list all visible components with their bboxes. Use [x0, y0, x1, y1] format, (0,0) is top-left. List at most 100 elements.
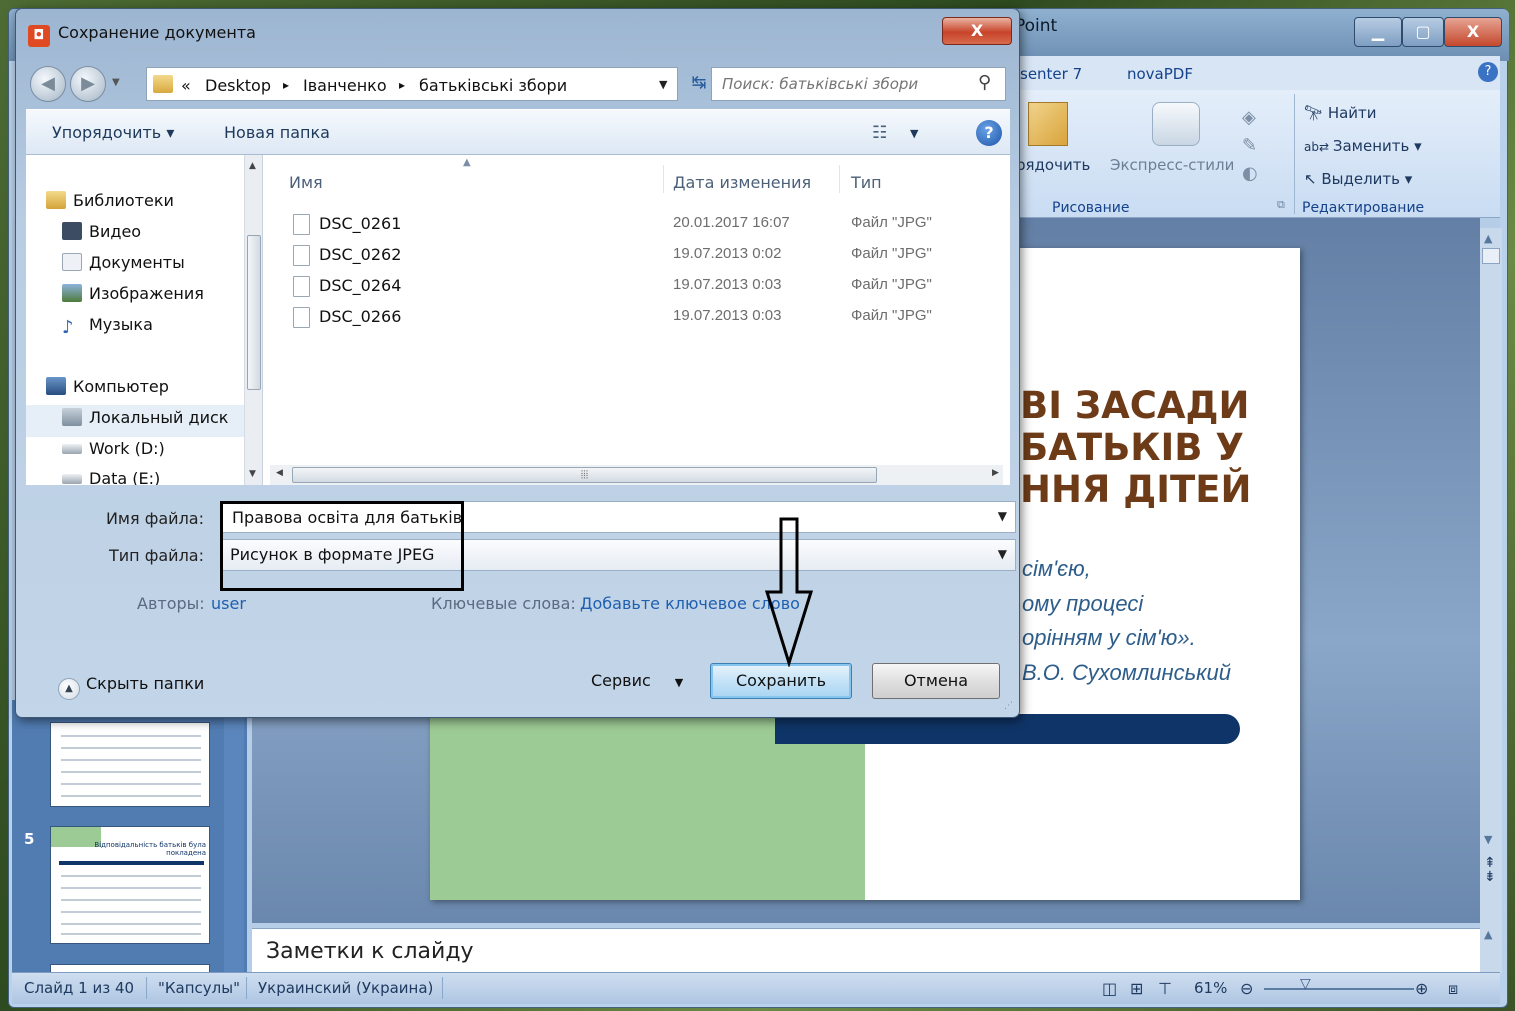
zoom-slider[interactable] [1264, 988, 1414, 990]
view-options-icon[interactable]: ☷ [872, 123, 887, 143]
column-date[interactable]: Дата изменения [673, 173, 811, 192]
resize-grip-icon[interactable]: ⋰ [1004, 701, 1013, 711]
shape-format-icons[interactable]: ◈ ✎ ◐ [1242, 104, 1272, 184]
nav-item-images[interactable]: Изображения [62, 284, 204, 303]
file-row[interactable]: DSC_0266 19.07.2013 0:03 Файл "JPG" [291, 304, 991, 332]
recent-locations-chevron-icon[interactable]: ▼ [112, 77, 120, 88]
navigation-pane[interactable]: Библиотеки Видео Документы Изображения ♪… [26, 155, 244, 485]
maximize-button[interactable]: ▢ [1402, 17, 1444, 47]
minimize-button[interactable]: ▁ [1354, 17, 1402, 47]
hide-folders-button[interactable]: ▲ Скрыть папки [58, 674, 204, 700]
column-name[interactable]: Имя [289, 173, 323, 192]
forward-button[interactable]: ▶ [70, 66, 106, 102]
address-bar[interactable]: « Desktop ▸ Іванченко ▸ батьківські збор… [146, 67, 678, 101]
thumbs-scrollbar[interactable] [224, 700, 244, 975]
nav-scroll-down-icon[interactable]: ▼ [249, 469, 256, 479]
normal-view-icon[interactable]: ◫ [1102, 979, 1117, 998]
breadcrumb-desktop[interactable]: Desktop [205, 76, 271, 95]
nav-item-data-drive[interactable]: Data (E:) [62, 469, 160, 485]
thumb-caption: Відповідальність батьків була покладена [94, 841, 206, 857]
replace-button[interactable]: ab⇄ Заменить ▾ [1304, 137, 1422, 155]
fit-to-window-icon[interactable]: ⧈ [1448, 979, 1458, 999]
ribbon-help-icon[interactable]: ? [1478, 62, 1498, 82]
column-separator[interactable] [663, 165, 664, 193]
scroll-up-icon[interactable]: ▲ [1484, 232, 1492, 245]
nav-item-local-disk[interactable]: Локальный диск [62, 408, 228, 427]
search-icon[interactable]: ⚲ [978, 72, 991, 93]
nav-item-work-drive[interactable]: Work (D:) [62, 439, 165, 458]
prev-slide-icon[interactable]: ⇞ ⇟ [1484, 856, 1496, 884]
scroll-right-icon[interactable]: ▶ [992, 468, 999, 478]
file-row[interactable]: DSC_0261 20.01.2017 16:07 Файл "JPG" [291, 211, 991, 239]
search-box[interactable]: ⚲ [711, 67, 1006, 101]
scroll-down-icon[interactable]: ▼ [1484, 833, 1492, 846]
column-separator[interactable] [839, 165, 840, 193]
binoculars-icon: 🔭︎ [1304, 104, 1328, 122]
authors-value[interactable]: user [211, 594, 246, 613]
cancel-button[interactable]: Отмена [872, 663, 1000, 699]
zoom-out-icon[interactable]: ⊖ [1240, 979, 1253, 998]
filename-dropdown-icon[interactable]: ▼ [998, 509, 1007, 523]
slideshow-icon[interactable]: ⊤ [1158, 979, 1172, 998]
status-language[interactable]: Украинский (Украина) [258, 979, 433, 997]
select-button[interactable]: ↖ Выделить ▾ [1304, 170, 1412, 188]
slide-thumbnail-5[interactable]: Відповідальність батьків була покладена [50, 826, 210, 944]
scroll-thumb[interactable] [1482, 248, 1500, 264]
notes-pane[interactable]: Заметки к слайду [252, 928, 1480, 972]
zoom-in-icon[interactable]: ⊕ [1415, 979, 1428, 998]
quick-styles-button[interactable]: Экспресс-стили [1110, 156, 1234, 174]
tools-button[interactable]: Сервис ▼ [591, 671, 683, 690]
nav-item-libraries[interactable]: Библиотеки [46, 191, 174, 210]
tab-presenter[interactable]: senter 7 [1020, 65, 1082, 83]
breadcrumb-current-folder[interactable]: батьківські збори [419, 76, 567, 95]
dialog-launcher-icon[interactable]: ⧉ [1277, 198, 1285, 212]
search-input[interactable] [720, 72, 970, 96]
slide-thumbnails-pane[interactable]: 5 Відповідальність батьків була покладен… [12, 700, 247, 976]
save-button[interactable]: Сохранить [710, 663, 852, 699]
tab-novapdf[interactable]: novaPDF [1127, 65, 1193, 83]
status-theme[interactable]: "Капсулы" [158, 979, 240, 997]
column-type[interactable]: Тип [851, 173, 882, 192]
notes-scroll-up-icon[interactable]: ▲ [1484, 928, 1492, 941]
breadcrumb-ivanchenko[interactable]: Іванченко [303, 76, 387, 95]
breadcrumb-separator-icon[interactable]: ▸ [283, 78, 289, 92]
close-window-button[interactable]: X [1444, 17, 1502, 47]
file-row[interactable]: DSC_0264 19.07.2013 0:03 Файл "JPG" [291, 273, 991, 301]
dialog-close-button[interactable]: X [942, 17, 1012, 45]
file-name: DSC_0264 [319, 276, 402, 295]
office-app-icon: ◘ [28, 25, 50, 47]
filename-field[interactable]: ▼ [221, 501, 1016, 533]
refresh-icon: ↹ [691, 72, 707, 93]
filetype-select[interactable]: Рисунок в формате JPEG ▼ [221, 539, 1016, 571]
file-row[interactable]: DSC_0262 19.07.2013 0:02 Файл "JPG" [291, 242, 991, 270]
nav-item-video[interactable]: Видео [62, 222, 141, 241]
breadcrumb-overflow[interactable]: « [181, 76, 191, 95]
back-button[interactable]: ◀ [30, 66, 66, 102]
zoom-level[interactable]: 61% [1194, 979, 1227, 997]
organize-button[interactable]: Упорядочить ▾ [52, 123, 174, 142]
breadcrumb-separator-icon[interactable]: ▸ [399, 78, 405, 92]
view-dropdown-icon[interactable]: ▼ [910, 127, 918, 140]
zoom-slider-thumb[interactable]: ▽ [1300, 976, 1311, 992]
arrange-button[interactable]: рядочить [1016, 156, 1090, 174]
nav-item-documents[interactable]: Документы [62, 253, 185, 272]
slide-thumbnail-4[interactable] [50, 722, 210, 807]
filename-input[interactable] [230, 507, 970, 528]
find-button[interactable]: 🔭︎ Найти [1304, 104, 1377, 122]
nav-item-computer[interactable]: Компьютер [46, 377, 169, 396]
horizontal-scrollbar[interactable]: ◀ ⦙⦙⦙ ▶ [270, 465, 1003, 485]
nav-item-music[interactable]: ♪ Музыка [62, 315, 153, 337]
scroll-left-icon[interactable]: ◀ [276, 468, 283, 478]
slide-sorter-icon[interactable]: ⊞ [1130, 979, 1143, 998]
nav-scroll-up-icon[interactable]: ▲ [249, 161, 256, 171]
address-dropdown-icon[interactable]: ▼ [659, 78, 667, 91]
help-icon[interactable]: ? [976, 120, 1002, 146]
navigation-scrollbar[interactable]: ▲ ▼ [244, 155, 262, 485]
new-folder-button[interactable]: Новая папка [224, 123, 330, 142]
vertical-scrollbar[interactable]: ▲ ▼ ⇞ ⇟ ▲ [1480, 228, 1502, 973]
nav-scroll-thumb[interactable] [247, 235, 261, 390]
horizontal-scroll-thumb[interactable]: ⦙⦙⦙ [292, 467, 877, 483]
file-list[interactable]: ▲ Имя Дата изменения Тип DSC_0261 20.01.… [262, 155, 1010, 485]
filetype-dropdown-icon[interactable]: ▼ [998, 547, 1007, 561]
arrange-icon [1028, 102, 1068, 146]
